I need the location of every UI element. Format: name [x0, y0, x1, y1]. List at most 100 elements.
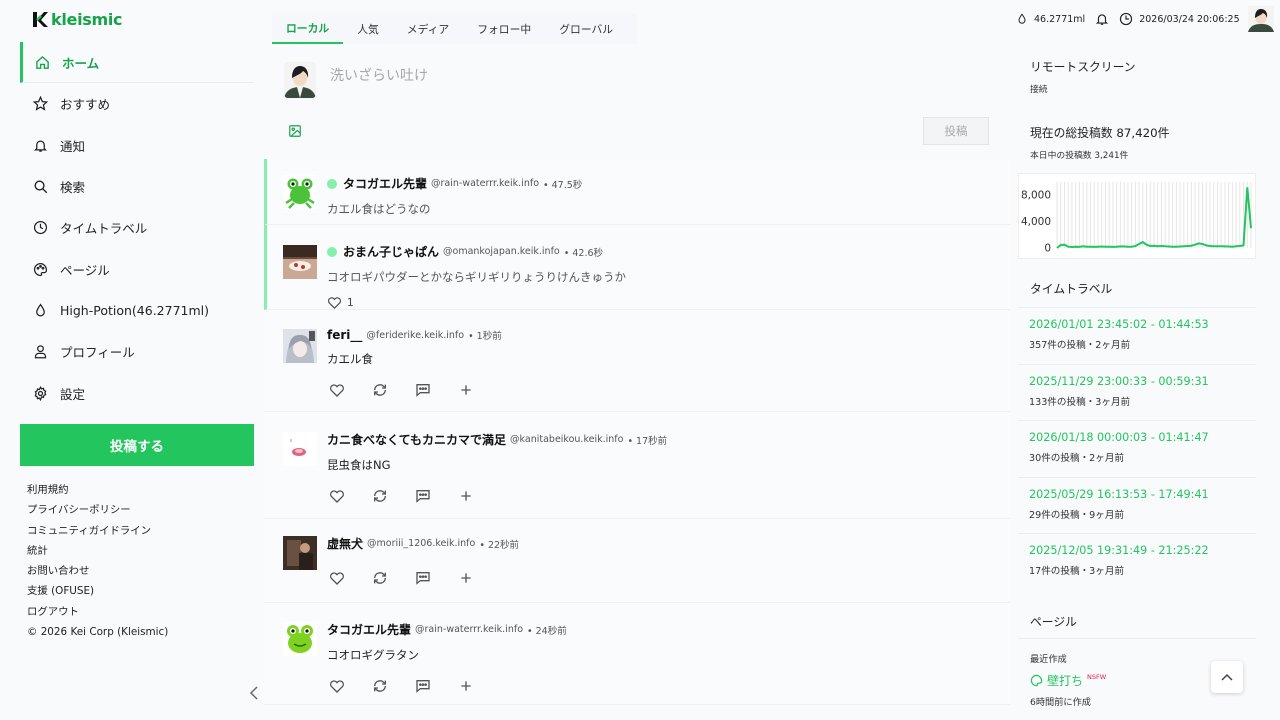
post-actions: [327, 486, 667, 505]
post-text: コオロギグラタン: [327, 648, 419, 662]
post-item[interactable]: feri__ @feriderike.keik.info • 1秒前 カエル食: [264, 310, 1010, 412]
timeline: ローカル 人気 メディア フォロー中 グローバル 投稿 タコガエル先輩 @rain…: [264, 0, 1010, 720]
post-item[interactable]: 虚無犬 @moriii_1206.keik.info • 22秒前: [264, 519, 1010, 603]
post-avatar[interactable]: [283, 536, 317, 570]
post-username[interactable]: 虚無犬: [327, 535, 363, 552]
post-item[interactable]: おまん子じゃぱん @omankojapan.keik.info • 42.6秒 コオ…: [264, 225, 1010, 310]
time-travel-item[interactable]: 2025/05/29 16:13:53 - 17:49:41 29件の投稿・9ヶ月…: [1018, 476, 1256, 534]
tab-popular[interactable]: 人気: [343, 14, 393, 44]
time-travel-item[interactable]: 2026/01/18 00:00:03 - 01:41:47 30件の投稿・2ヶ月…: [1018, 420, 1256, 477]
nav-label: ページル: [60, 262, 110, 278]
like-count: 1: [347, 296, 354, 309]
nav-label: 通知: [60, 138, 86, 154]
nav-time-travel[interactable]: タイムトラベル: [20, 207, 254, 248]
post-avatar[interactable]: [283, 622, 317, 656]
footer-link-privacy[interactable]: プライバシーポリシー: [27, 502, 168, 522]
plus-icon[interactable]: [456, 486, 475, 505]
main-nav: ホーム おすすめ 通知 検索 タイムトラベル ページル High-Potion(…: [20, 42, 254, 414]
submit-post-button[interactable]: 投稿: [923, 117, 989, 145]
repost-icon[interactable]: [370, 568, 389, 587]
post-avatar[interactable]: [283, 245, 317, 279]
image-attach-icon[interactable]: [288, 124, 304, 140]
footer-link-contact[interactable]: お問い合わせ: [27, 563, 168, 583]
logo-text: kleismic: [51, 9, 123, 29]
like-button[interactable]: 1: [327, 295, 626, 310]
tab-media[interactable]: メディア: [393, 14, 463, 44]
time-travel-item[interactable]: 2026/01/01 23:45:02 - 01:44:53 357件の投稿・2ヶ…: [1018, 307, 1256, 364]
nav-label: High-Potion(46.2771ml): [60, 302, 210, 318]
footer-link-stats[interactable]: 統計: [27, 543, 168, 563]
time-travel-item[interactable]: 2025/11/29 23:00:33 - 00:59:31 133件の投稿・3ヶ…: [1018, 363, 1256, 421]
post-avatar[interactable]: [283, 432, 317, 466]
tab-global[interactable]: グローバル: [545, 14, 627, 44]
post-handle[interactable]: @kanitabeikou.keik.info: [510, 434, 623, 445]
nav-search[interactable]: 検索: [20, 166, 254, 207]
today-posts: 本日中の投稿数 3,241件: [1030, 151, 1129, 161]
post-item[interactable]: タコガエル先輩 @rain-waterrr.keik.info • 47.5秒 カエ…: [264, 159, 1010, 225]
account-avatar[interactable]: [1247, 6, 1274, 32]
heart-icon[interactable]: [327, 486, 346, 505]
post-handle[interactable]: @omankojapan.keik.info: [443, 246, 560, 257]
reply-icon[interactable]: [413, 486, 432, 505]
heart-icon[interactable]: [327, 676, 346, 695]
tab-following[interactable]: フォロー中: [463, 14, 545, 44]
post-handle[interactable]: @feriderike.keik.info: [366, 330, 464, 341]
reply-icon[interactable]: [413, 676, 432, 695]
footer-link-guidelines[interactable]: コミュニティガイドライン: [27, 523, 168, 543]
palette-icon: [32, 261, 49, 278]
remote-screen-widget: リモートスクリーン 接続: [1030, 58, 1136, 95]
time-travel-meta: 29件の投稿・9ヶ月前: [1029, 509, 1125, 521]
post-username[interactable]: カニ食べなくてもカニカマで満足: [327, 431, 506, 448]
scroll-to-top-button[interactable]: [1211, 661, 1243, 693]
nav-notifications[interactable]: 通知: [20, 125, 254, 166]
post-item[interactable]: タコガエル先輩 @rain-waterrr.keik.info • 24秒前 コオロ…: [264, 603, 1010, 705]
tab-local[interactable]: ローカル: [272, 14, 344, 44]
nav-settings[interactable]: 設定: [20, 372, 254, 413]
plus-icon[interactable]: [456, 676, 475, 695]
post-avatar[interactable]: [283, 329, 317, 363]
post-username[interactable]: タコガエル先輩: [343, 175, 427, 192]
post-username[interactable]: feri__: [327, 328, 362, 342]
post-handle[interactable]: @rain-waterrr.keik.info: [431, 178, 539, 189]
heart-icon: [327, 297, 342, 310]
timeline-tabs: ローカル 人気 メディア フォロー中 グローバル: [272, 14, 638, 44]
nav-high-potion[interactable]: High-Potion(46.2771ml): [20, 290, 254, 331]
post-username[interactable]: おまん子じゃぱん: [343, 243, 439, 260]
collapse-sidebar-button[interactable]: [246, 684, 262, 702]
post-handle[interactable]: @moriii_1206.keik.info: [367, 538, 475, 549]
nav-profile[interactable]: プロフィール: [20, 331, 254, 372]
repost-icon[interactable]: [370, 380, 389, 399]
remote-screen-status[interactable]: 接続: [1030, 82, 1136, 95]
app-logo[interactable]: kleismic: [32, 9, 123, 29]
post-username[interactable]: タコガエル先輩: [327, 621, 411, 638]
heart-icon[interactable]: [327, 380, 346, 399]
footer-link-terms[interactable]: 利用規約: [27, 482, 168, 502]
post-avatar[interactable]: [283, 175, 317, 209]
reply-icon[interactable]: [413, 568, 432, 587]
repost-icon[interactable]: [370, 676, 389, 695]
compose-input[interactable]: [330, 64, 890, 88]
post-time: • 47.5秒: [543, 179, 583, 191]
bell-icon[interactable]: [1095, 12, 1109, 26]
nav-pagel[interactable]: ページル: [20, 248, 254, 289]
reply-icon[interactable]: [413, 380, 432, 399]
nav-home[interactable]: ホーム: [20, 42, 254, 84]
compose-post-button[interactable]: 投稿する: [20, 424, 254, 466]
star-icon: [32, 95, 49, 112]
plus-icon[interactable]: [456, 568, 475, 587]
footer-link-logout[interactable]: ログアウト: [27, 604, 168, 624]
post-item[interactable]: カニ食べなくてもカニカマで満足 @kanitabeikou.keik.info • …: [264, 412, 1010, 519]
nav-label: 検索: [60, 180, 86, 196]
unread-dot: [327, 178, 337, 189]
nav-recommended[interactable]: おすすめ: [20, 83, 254, 124]
heart-icon[interactable]: [327, 568, 346, 587]
repost-icon[interactable]: [370, 486, 389, 505]
time-travel-item[interactable]: 2025/12/05 19:31:49 - 21:25:22 17件の投稿・3ヶ月…: [1018, 533, 1256, 590]
time-travel-meta: 357件の投稿・2ヶ月前: [1029, 340, 1131, 351]
plus-icon[interactable]: [456, 380, 475, 399]
post-stats-widget: 現在の総投稿数 87,420件 本日中の投稿数 3,241件: [1030, 124, 1169, 161]
footer-link-support[interactable]: 支援 (OFUSE): [27, 583, 168, 603]
nsfw-badge: NSFW: [1087, 672, 1107, 681]
post-handle[interactable]: @rain-waterrr.keik.info: [415, 624, 523, 635]
my-avatar: [284, 62, 316, 98]
